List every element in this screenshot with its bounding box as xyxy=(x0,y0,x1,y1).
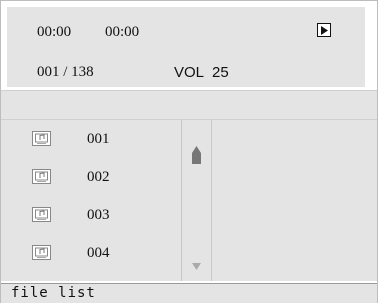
track-position: 001 / 138 xyxy=(37,64,94,80)
file-name: 004 xyxy=(87,245,110,261)
volume-label: VOL xyxy=(174,64,205,81)
total-time: 00:00 xyxy=(105,24,140,40)
file-list-item[interactable]: 001 xyxy=(1,122,181,158)
file-name: 001 xyxy=(87,131,110,147)
footer-bar: file list xyxy=(1,283,377,303)
media-player-window: 00:00 00:00 001 / 138 VOL 25 001 002 003… xyxy=(0,0,378,303)
music-file-icon xyxy=(32,207,51,227)
file-list-item[interactable]: 003 xyxy=(1,198,181,234)
music-file-icon xyxy=(32,131,51,151)
scroll-down-arrow-icon[interactable] xyxy=(192,257,201,275)
file-name: 002 xyxy=(87,169,110,185)
play-icon[interactable] xyxy=(317,23,331,37)
music-file-icon xyxy=(32,245,51,265)
status-panel: 00:00 00:00 001 / 138 VOL 25 xyxy=(7,7,365,87)
footer-label: file list xyxy=(11,285,96,301)
file-list: 001 002 003 004 xyxy=(1,120,181,281)
detail-pane xyxy=(212,120,377,281)
volume-value: 25 xyxy=(212,64,229,81)
file-list-scrollbar[interactable] xyxy=(181,120,212,281)
scrollbar-thumb[interactable] xyxy=(192,153,201,164)
file-list-item[interactable]: 002 xyxy=(1,160,181,196)
music-file-icon xyxy=(32,169,51,189)
file-name: 003 xyxy=(87,207,110,223)
file-list-item[interactable]: 004 xyxy=(1,236,181,272)
elapsed-time: 00:00 xyxy=(37,24,72,40)
separator-bar xyxy=(1,90,377,120)
